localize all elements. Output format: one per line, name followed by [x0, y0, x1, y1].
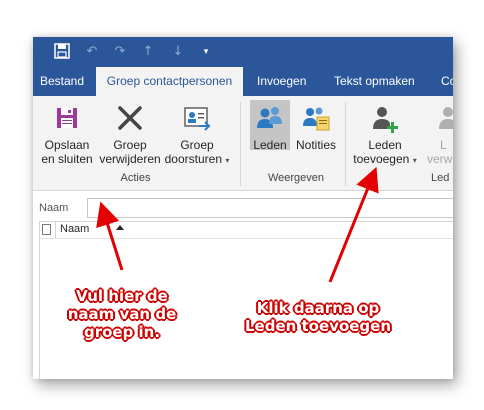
undo-icon[interactable]: ↶ — [83, 43, 101, 61]
annotation-fill-name-line-1: Vul hier de — [76, 287, 168, 305]
member-list-header: Naam — [40, 222, 453, 239]
annotation-add-members-line-2: Leden toevoegen — [244, 317, 392, 335]
forward-group-label-text: doorsturen — [164, 152, 222, 166]
column-header-naam[interactable]: Naam — [60, 223, 89, 235]
up-arrow-icon[interactable]: ↑ — [139, 43, 157, 61]
forward-group-label-1: Groep — [180, 138, 214, 152]
remove-members-label-1: L — [440, 138, 447, 152]
group-label-leden: Led — [431, 172, 450, 184]
remove-members-button[interactable]: L verwi — [421, 100, 453, 164]
group-name-input[interactable] — [87, 198, 453, 218]
redo-icon[interactable]: ↷ — [111, 43, 129, 61]
notities-view-label: Notities — [295, 138, 336, 152]
tab-co[interactable]: Co — [441, 67, 453, 96]
ribbon: Opslaan en sluiten Groep verwijderen Gro… — [33, 96, 453, 191]
quick-access-toolbar: ↶ ↷ ↑ ↓ ▾ — [33, 37, 453, 67]
chevron-down-icon: ▾ — [225, 156, 230, 165]
notes-card-icon — [300, 102, 332, 134]
group-separator — [345, 102, 346, 186]
name-label: Naam — [39, 202, 69, 214]
leden-view-label: Leden — [253, 138, 287, 152]
person-add-icon — [369, 102, 401, 134]
forward-group-label-2: doorsturen ▾ — [163, 152, 231, 168]
screenshot-stage: ↶ ↷ ↑ ↓ ▾ Bestand Groep contactpersonen … — [0, 0, 484, 410]
group-label-weergeven: Weergeven — [267, 172, 325, 184]
group-separator — [240, 102, 241, 186]
delete-group-label-2: verwijderen — [99, 152, 161, 166]
person-remove-icon — [435, 102, 453, 134]
annotation-fill-name: Vul hier de naam van de groep in. — [54, 287, 190, 341]
notities-view-button[interactable]: Notities — [292, 100, 340, 152]
chevron-down-icon: ▾ — [412, 156, 417, 165]
x-icon — [114, 102, 146, 134]
add-members-label-text: toevoegen — [353, 152, 410, 166]
customize-icon[interactable]: ▾ — [197, 43, 215, 61]
tab-invoegen[interactable]: Invoegen — [257, 67, 306, 96]
add-members-label-1: Leden — [368, 138, 402, 152]
annotation-add-members-line-1: Klik daarna op — [256, 299, 380, 317]
save-icon[interactable] — [53, 43, 71, 61]
tab-bestand[interactable]: Bestand — [40, 67, 84, 96]
document-icon[interactable] — [42, 224, 51, 235]
group-label-acties: Acties — [120, 172, 151, 184]
name-row: Naam — [33, 197, 453, 223]
save-close-icon — [51, 102, 83, 134]
save-close-label-1: Opslaan — [44, 138, 90, 152]
annotation-fill-name-line-3: groep in. — [83, 323, 161, 341]
down-arrow-icon[interactable]: ↓ — [169, 43, 187, 61]
save-close-button[interactable]: Opslaan en sluiten — [38, 100, 96, 166]
add-members-button[interactable]: Leden toevoegen ▾ — [351, 100, 419, 166]
delete-group-button[interactable]: Groep verwijderen — [99, 100, 161, 166]
tab-tekst-opmaken[interactable]: Tekst opmaken — [334, 67, 415, 96]
ribbon-tabs: Bestand Groep contactpersonen Invoegen T… — [33, 67, 453, 96]
leden-view-button[interactable]: Leden — [250, 100, 290, 152]
save-close-label-2: en sluiten — [41, 152, 93, 166]
remove-members-label-2: verwi — [427, 152, 453, 164]
annotation-add-members: Klik daarna op Leden toevoegen — [224, 299, 412, 335]
forward-group-button[interactable]: Groep doorsturen ▾ — [163, 100, 231, 166]
tab-groep-contactpersonen[interactable]: Groep contactpersonen — [96, 67, 243, 96]
column-separator — [55, 222, 56, 238]
people-icon — [254, 102, 286, 134]
add-members-label-2: toevoegen ▾ — [351, 152, 419, 168]
forward-card-icon — [181, 102, 213, 134]
delete-group-label-1: Groep — [113, 138, 147, 152]
annotation-fill-name-line-2: naam van de — [67, 305, 177, 323]
sort-ascending-icon — [116, 225, 124, 230]
